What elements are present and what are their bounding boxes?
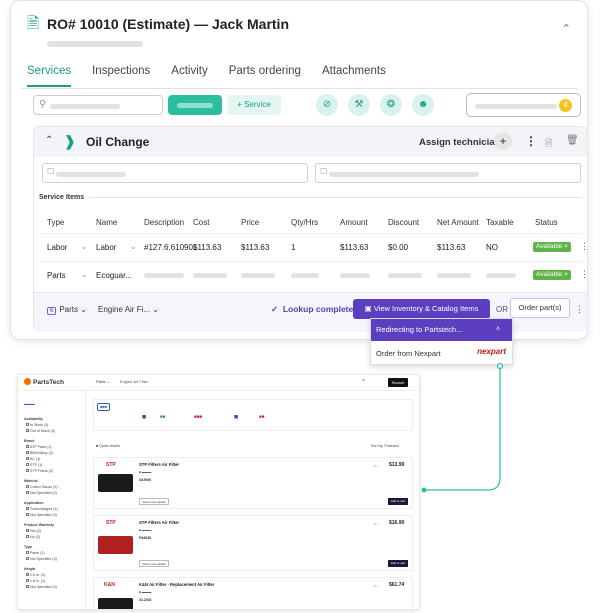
product-meta: ■ ▬▬▬	[139, 590, 152, 594]
sort-select[interactable]: Sort by: Featured	[371, 444, 399, 448]
partstech-window: PartsTech Parts ⌄ Engine Air Filter × Se…	[17, 374, 420, 610]
product-price: $13.99	[389, 462, 405, 468]
product-card: STP STP Filters Air Filter ■ ▬▬▬ PA6638 …	[93, 515, 413, 571]
search-button[interactable]: Search	[388, 378, 408, 387]
product-title[interactable]: K&N Air Filter - Replacement Air Filter	[139, 582, 214, 587]
product-image	[98, 536, 133, 554]
clear-icon[interactable]: ×	[362, 378, 365, 384]
part-number: 33-2304	[139, 598, 152, 602]
supplier-logo[interactable]: ▣	[234, 414, 238, 420]
partstech-logo: PartsTech	[24, 378, 64, 386]
quantity-stepper[interactable]: 1 ⌄	[374, 464, 379, 468]
vehicle-link[interactable]: ▬▬▬	[24, 402, 35, 406]
supplier-logo[interactable]: ■■■	[194, 414, 202, 419]
supplier-filter-pill[interactable]: ■■■	[97, 403, 110, 411]
quick-results-toggle[interactable]: ■ Quick results	[96, 444, 120, 448]
product-image	[98, 474, 133, 492]
product-title[interactable]: STP Filters Air Filter	[139, 520, 179, 525]
part-number: PA6638	[139, 536, 152, 540]
partstech-search-bar: PartsTech Parts ⌄ Engine Air Filter × Se…	[18, 375, 419, 391]
quantity-stepper[interactable]: 1 ⌄	[374, 584, 379, 588]
supplier-logo[interactable]: ▣	[142, 414, 146, 420]
supplier-row: ■■■ ▣ ■■ ■■■ ▣ ■■	[93, 399, 413, 431]
part-number: SA9000	[139, 478, 152, 482]
product-card: K&N K&N Air Filter - Replacement Air Fil…	[93, 577, 413, 609]
quantity-stepper[interactable]: 1 ⌄	[374, 522, 379, 526]
query-input[interactable]: Engine Air Filter	[120, 379, 148, 384]
view-details-button[interactable]: View more details	[139, 498, 169, 505]
add-to-cart-button[interactable]: Add to cart	[388, 498, 408, 505]
product-meta: ■ ▬▬▬	[139, 470, 152, 474]
add-to-cart-button[interactable]: Add to cart	[388, 560, 408, 567]
product-price: $16.90	[389, 520, 405, 526]
supplier-logo[interactable]: ■■	[259, 414, 264, 419]
query-type-select[interactable]: Parts ⌄	[96, 379, 110, 384]
filter-sidebar: ▬▬▬ Availability In Stock (3) Out of Sto…	[18, 391, 86, 609]
view-details-button[interactable]: View more details	[139, 560, 169, 567]
brand-logo: K&N	[104, 582, 115, 588]
brand-logo: STP	[106, 520, 116, 526]
product-meta: ■ ▬▬▬	[139, 528, 152, 532]
product-image	[98, 598, 133, 609]
product-price: $61.74	[389, 582, 405, 588]
supplier-logo[interactable]: ■■	[160, 414, 165, 419]
product-title[interactable]: STP Filters Air Filter	[139, 462, 179, 467]
brand-logo: STP	[106, 462, 116, 468]
product-card: STP STP Filters Air Filter ■ ▬▬▬ SA9000 …	[93, 457, 413, 509]
